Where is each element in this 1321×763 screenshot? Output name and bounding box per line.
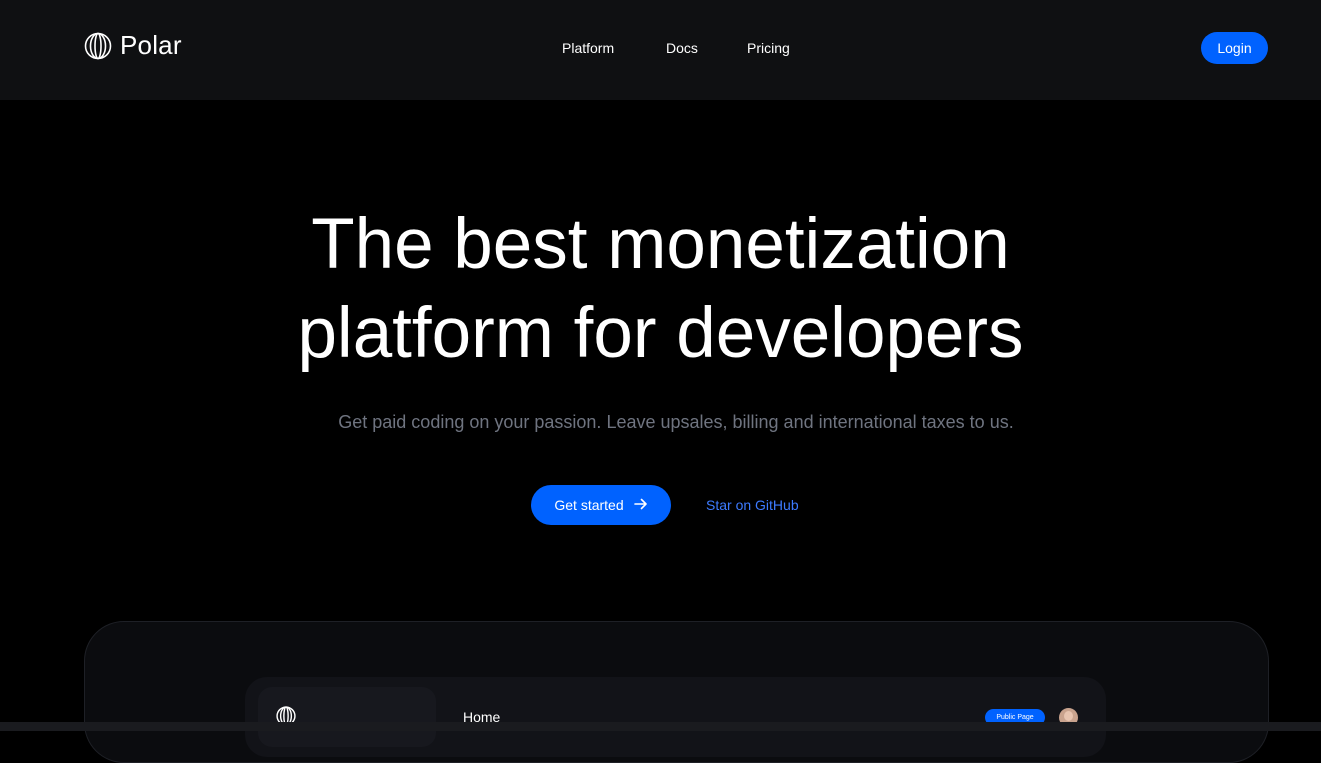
hero-title-line-2: platform for developers — [297, 294, 1024, 373]
nav-link-platform[interactable]: Platform — [562, 40, 614, 56]
window-bottom-edge — [0, 722, 1321, 731]
top-navigation-bar: Polar Platform Docs Pricing Login — [0, 0, 1321, 100]
hero-subtitle: Get paid coding on your passion. Leave u… — [338, 412, 1014, 432]
hero-title: The best monetization platform for devel… — [0, 200, 1321, 378]
main-nav: Platform Docs Pricing — [0, 40, 1321, 60]
arrow-right-icon — [633, 497, 648, 514]
nav-link-pricing[interactable]: Pricing — [747, 40, 790, 56]
star-on-github-link[interactable]: Star on GitHub — [706, 497, 799, 513]
nav-link-docs[interactable]: Docs — [666, 40, 698, 56]
get-started-button[interactable]: Get started — [531, 485, 671, 525]
get-started-label: Get started — [554, 497, 624, 513]
hero-title-line-1: The best monetization — [311, 205, 1010, 284]
login-button[interactable]: Login — [1201, 32, 1268, 64]
